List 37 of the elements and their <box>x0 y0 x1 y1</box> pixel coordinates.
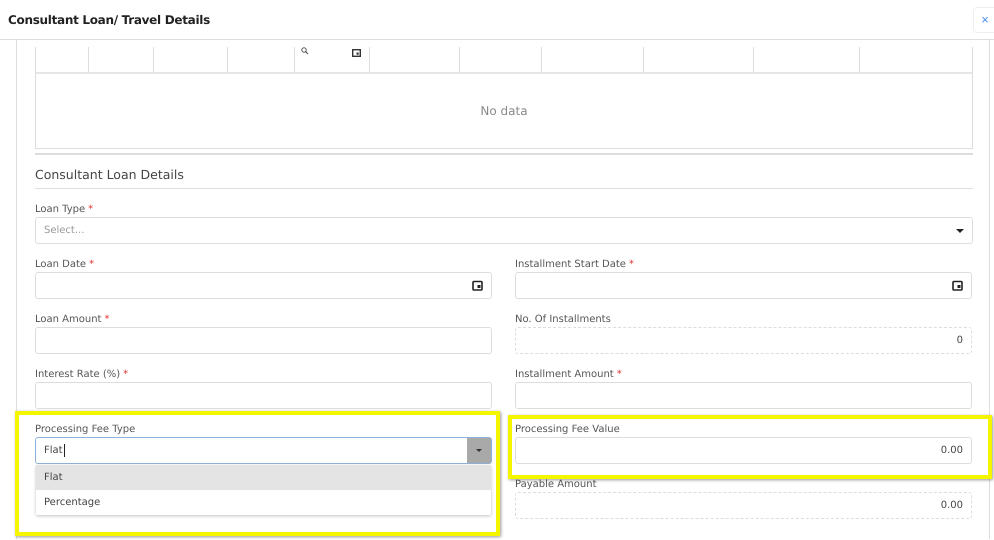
required-mark: * <box>123 369 128 380</box>
required-mark: * <box>616 369 622 380</box>
dialog-title: Consultant Loan/ Travel Details <box>8 12 210 26</box>
input-field[interactable] <box>35 382 492 409</box>
field-label: Interest Rate (%) <box>35 369 120 380</box>
field-label: Processing Fee Value <box>515 424 620 435</box>
field-label: Processing Fee Type <box>35 424 136 435</box>
dropdown-button[interactable] <box>467 438 491 463</box>
calendar-icon[interactable] <box>352 49 361 57</box>
date-field[interactable] <box>35 272 492 299</box>
calendar-icon <box>472 280 483 291</box>
input-field[interactable]: 0.00 <box>515 437 972 464</box>
input-field[interactable]: 0.00 <box>515 492 972 519</box>
field-label: Loan Date <box>35 259 86 270</box>
section-title: Consultant Loan Details <box>35 167 184 182</box>
field-label: Loan Amount <box>35 314 102 325</box>
calendar-icon <box>952 280 963 291</box>
input-field[interactable] <box>35 327 492 354</box>
required-mark: * <box>628 259 634 270</box>
combo-field[interactable]: Flat <box>35 437 492 464</box>
required-mark: * <box>104 314 110 325</box>
field-label: No. Of Installments <box>515 314 611 325</box>
required-mark: * <box>89 259 94 270</box>
dropdown-option[interactable]: Flat <box>36 465 491 490</box>
field-label: Installment Amount <box>515 369 614 380</box>
input-field[interactable]: 0 <box>515 327 972 354</box>
field-label: Payable Amount <box>515 479 597 490</box>
input-field[interactable] <box>515 382 972 409</box>
dropdown-arrow-icon <box>956 228 964 232</box>
caret-icon <box>476 449 482 452</box>
required-mark: * <box>88 204 94 215</box>
dropdown-option[interactable]: Percentage <box>36 490 491 515</box>
field-label: Installment Start Date <box>515 259 626 270</box>
field-label: Loan Type <box>35 204 86 215</box>
date-field[interactable] <box>515 272 972 299</box>
empty-message: No data <box>480 104 528 118</box>
search-icon[interactable] <box>301 47 309 55</box>
